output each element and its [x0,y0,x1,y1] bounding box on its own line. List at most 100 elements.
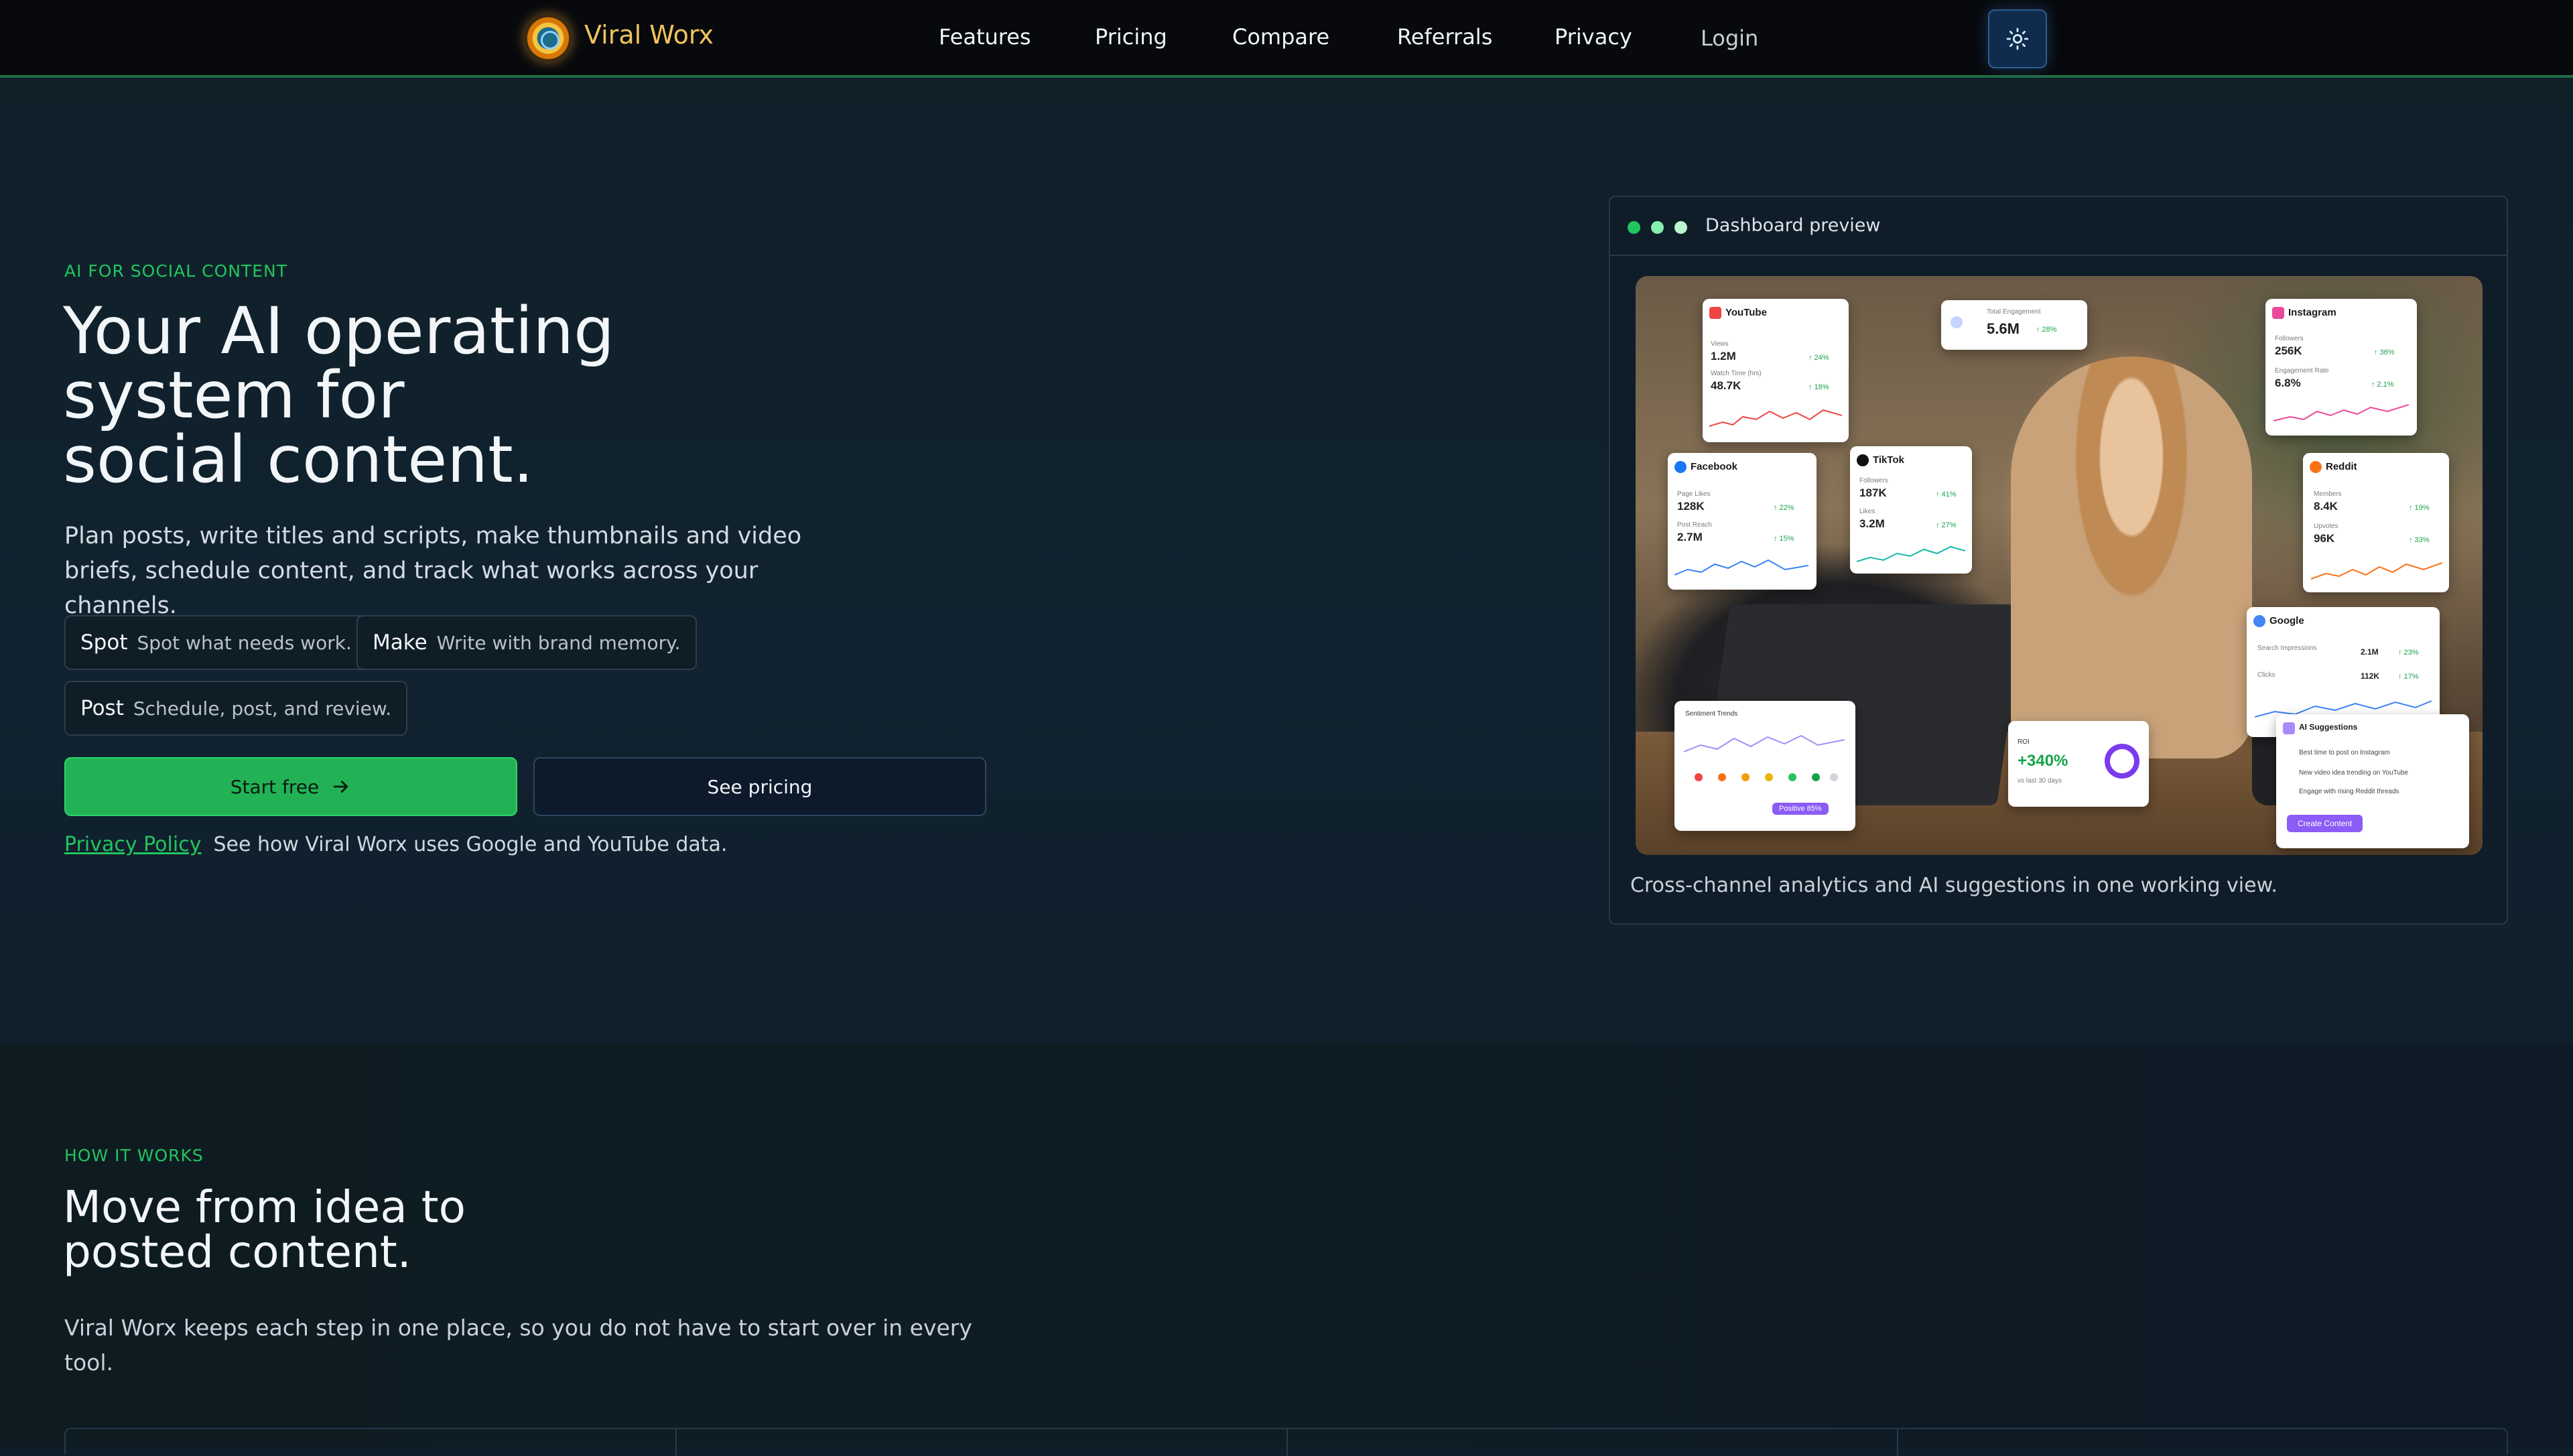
sparkle-icon [2283,722,2295,734]
metric-label: vs last 30 days [2018,777,2062,785]
metric-change: ↑ 27% [1936,521,1957,529]
metric-label: Followers [2275,335,2304,342]
metric-value: 96K [2314,532,2335,545]
pill-key: Make [373,631,427,655]
login-link[interactable]: Login [1701,25,1758,51]
nav-link-pricing[interactable]: Pricing [1095,24,1167,50]
window-dot [1628,221,1640,234]
facebook-sparkline [1674,559,1808,576]
metric-label: Members [2314,490,2342,498]
pill-key: Spot [80,631,128,655]
hero-title: Your AI operating system for social cont… [63,299,733,492]
reddit-icon [2310,461,2322,473]
metric-change: ↑ 24% [1808,354,1829,362]
metric-value: 8.4K [2314,500,2338,513]
theme-toggle-button[interactable] [1988,9,2047,68]
window-dot [1651,221,1664,234]
dashboard-preview-header: Dashboard preview [1610,197,2507,256]
metric-value: 1.2M [1711,350,1736,362]
create-content-button[interactable]: Create Content [2287,815,2363,832]
ai-suggestions-card: AI Suggestions Best time to post on Inst… [2276,714,2469,848]
facebook-icon [1674,461,1687,473]
sentiment-badge: Positive 85% [1772,803,1829,815]
metric-label: Views [1711,340,1729,348]
metric-label: Sentiment Trends [1685,710,1738,718]
start-free-button[interactable]: Start free [64,757,517,816]
step-divider [1286,1429,1288,1456]
roi-card: ROI +340% vs last 30 days [2008,721,2149,807]
instagram-icon [2272,307,2284,319]
total-engagement-card: Total Engagement 5.6M ↑ 28% [1941,300,2087,350]
brand-logo-icon[interactable] [525,15,572,62]
brand-name[interactable]: Viral Worx [584,20,714,50]
metric-label: Clicks [2257,671,2275,679]
nav-link-referrals[interactable]: Referrals [1397,24,1492,50]
metric-change: ↑ 22% [1774,504,1794,512]
metric-label: Search Impressions [2257,645,2317,652]
step-divider [1897,1429,1898,1456]
sentiment-card: Sentiment Trends Positive 85% [1674,701,1855,831]
nav-link-features[interactable]: Features [939,24,1031,50]
dashboard-preview-title: Dashboard preview [1705,215,1881,236]
roi-ring [2105,744,2139,779]
metric-change: ↑ 41% [1936,490,1957,499]
how-title-line: Move from idea to [63,1181,466,1233]
feature-pill-post: Post Schedule, post, and review. [64,681,408,736]
privacy-policy-link[interactable]: Privacy Policy [64,833,201,856]
pill-text: Spot what needs work. [137,631,352,654]
metric-value: 48.7K [1711,379,1741,392]
metric-value: 5.6M [1987,320,2020,337]
hero-lead: Plan posts, write titles and scripts, ma… [64,523,802,619]
how-title-line: posted content. [63,1226,411,1278]
metric-value: +340% [2018,752,2068,770]
metric-label: Page Likes [1677,490,1711,498]
metric-change: ↑ 33% [2409,536,2430,544]
metric-value: 2.7M [1677,531,1703,543]
how-lead: Viral Worx keeps each step in one place,… [64,1315,972,1376]
metric-value: 128K [1677,500,1705,513]
metric-change: ↑ 17% [2398,673,2419,681]
pill-text: Write with brand memory. [436,631,681,654]
youtube-stat-card: YouTube Views 1.2M ↑ 24% Watch Time (hrs… [1703,299,1849,442]
metric-label: Followers [1859,477,1888,484]
metric-change: ↑ 19% [2409,504,2430,512]
metric-label: Watch Time (hrs) [1711,370,1762,377]
card-title: TikTok [1873,454,1904,466]
instagram-stat-card: Instagram Followers 256K ↑ 36% Engagemen… [2265,299,2417,436]
tiktok-stat-card: TikTok Followers 187K ↑ 41% Likes 3.2M ↑… [1850,446,1972,574]
privacy-note: Privacy Policy See how Viral Worx uses Go… [64,833,727,856]
step-divider [675,1429,677,1456]
metric-value: 6.8% [2275,377,2301,389]
metric-label: Likes [1859,508,1875,515]
pill-text: Schedule, post, and review. [133,697,392,720]
dashboard-preview-image: YouTube Views 1.2M ↑ 24% Watch Time (hrs… [1636,276,2483,855]
see-pricing-button[interactable]: See pricing [533,757,986,816]
feature-pill-spot: Spot Spot what needs work. [64,615,368,670]
dashboard-preview-caption: Cross-channel analytics and AI suggestio… [1630,874,2278,897]
metric-label: Upvotes [2314,523,2338,530]
metric-value: 256K [2275,344,2302,357]
metric-value: 112K [2361,671,2380,681]
how-eyebrow: HOW IT WORKS [64,1146,204,1165]
how-title: Move from idea to posted content. [63,1185,666,1274]
pill-key: Post [80,696,124,720]
feature-pill-make: Make Write with brand memory. [356,615,697,670]
dashboard-preview-card: Dashboard preview YouTube Views 1.2M ↑ 2… [1609,196,2508,925]
metric-label: ROI [2018,738,2030,746]
arrow-right-icon [333,781,348,793]
google-icon [2253,615,2265,627]
card-title: YouTube [1725,307,1767,318]
card-title: Reddit [2326,461,2357,472]
reddit-stat-card: Reddit Members 8.4K ↑ 19% Upvotes 96K ↑ … [2303,453,2449,592]
nav-link-compare[interactable]: Compare [1232,24,1329,50]
top-nav: Viral Worx Features Pricing Compare Refe… [0,0,2573,78]
metric-change: ↑ 15% [1774,535,1794,543]
nav-link-privacy[interactable]: Privacy [1555,24,1632,50]
window-dot [1674,221,1687,234]
metric-change: ↑ 28% [2036,326,2057,334]
sentiment-sparkline [1684,734,1845,752]
sentiment-dots [1695,773,1838,781]
suggestion-item: Engage with rising Reddit threads [2299,788,2399,795]
metric-value: 187K [1859,486,1887,499]
suggestion-item: New video idea trending on YouTube [2299,769,2409,777]
